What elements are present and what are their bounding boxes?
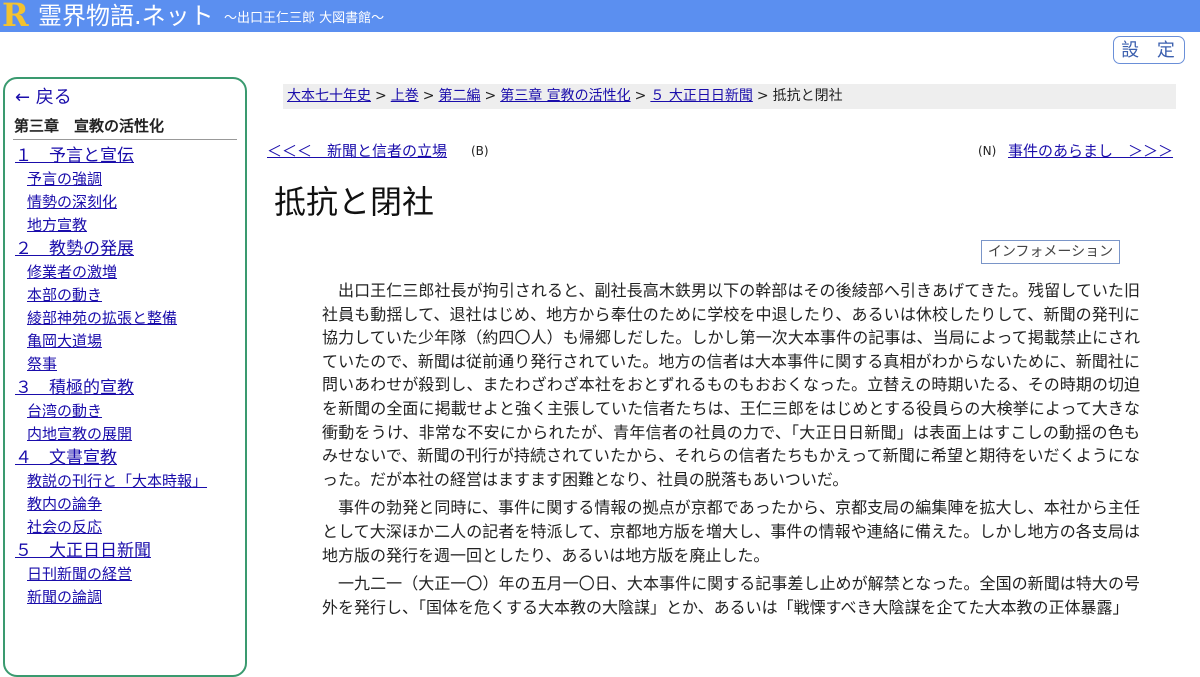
breadcrumb-link[interactable]: 上巻 [391,88,419,104]
breadcrumb-link[interactable]: 第二編 [438,88,480,104]
breadcrumb-separator: > [756,88,769,104]
breadcrumb-separator: > [634,88,647,104]
sidebar-subsection-link[interactable]: 修業者の激増 [27,261,237,284]
site-header: R 霊界物語.ネット ～出口王仁三郎 大図書館～ [0,0,1200,32]
sidebar-subsection-link[interactable]: 教説の刊行と「大本時報」 [27,470,237,493]
sidebar-subsection-link[interactable]: 日刊新聞の経営 [27,563,237,586]
site-subtitle: ～出口王仁三郎 大図書館～ [224,11,385,26]
sidebar-subsection-link[interactable]: 予言の強調 [27,168,237,191]
breadcrumb-separator: > [484,88,497,104]
sidebar-subsection-link[interactable]: 新聞の論調 [27,586,237,609]
sidebar-subsection-link[interactable]: 内地宣教の展開 [27,423,237,446]
article-paragraph: 一九二一（大正一〇）年の五月一〇日、大本事件に関する記事差し止めが解禁となった。… [322,574,1140,617]
prev-page-link[interactable]: ＜＜＜ 新聞と信者の立場 [267,141,447,161]
back-link[interactable]: ← 戻る [15,85,237,111]
breadcrumb-link[interactable]: ５ 大正日日新聞 [650,88,752,104]
sidebar-subsection-link[interactable]: 情勢の深刻化 [27,191,237,214]
sidebar-section-link[interactable]: ２ 教勢の発展 [15,237,237,261]
breadcrumb-separator: > [375,88,387,104]
sidebar-section-link[interactable]: １ 予言と宣伝 [15,144,237,168]
sidebar-chapter-title: 第三章 宣教の活性化 [13,113,237,140]
article-paragraph: 事件の勃発と同時に、事件に関する情報の拠点が京都であったから、京都支局の編集陣を… [322,498,1140,565]
sidebar-subsection-link[interactable]: 祭事 [27,353,237,376]
breadcrumb-current: 抵抗と閉社 [772,88,843,104]
sidebar-subsection-link[interactable]: 本部の動き [27,284,237,307]
sidebar-subsection-link[interactable]: 台湾の動き [27,400,237,423]
information-button[interactable]: インフォメーション [981,240,1120,264]
sidebar: ← 戻る 第三章 宣教の活性化 １ 予言と宣伝 予言の強調 情勢の深刻化 地方宣… [3,77,247,677]
sidebar-subsection-link[interactable]: 綾部神苑の拡張と整備 [27,307,237,330]
page-title: 抵抗と閉社 [274,183,435,221]
sidebar-subsection-link[interactable]: 亀岡大道場 [27,330,237,353]
sidebar-section-link[interactable]: ４ 文書宣教 [15,446,237,470]
breadcrumb-link[interactable]: 大本七十年史 [287,88,371,104]
article-paragraph: 出口王仁三郎社長が拘引されると、副社長高木鉄男以下の幹部はその後綾部へ引きあげて… [322,281,1140,489]
sidebar-section-link[interactable]: ３ 積極的宣教 [15,376,237,400]
site-title[interactable]: 霊界物語.ネット [38,2,214,30]
settings-button[interactable]: 設 定 [1113,36,1185,64]
breadcrumb-link[interactable]: 第三章 宣教の活性化 [500,88,630,104]
prev-shortcut-hint: (B) [471,144,489,158]
sidebar-subsection-link[interactable]: 社会の反応 [27,516,237,539]
sidebar-section-link[interactable]: ５ 大正日日新聞 [15,539,237,563]
next-shortcut-hint: (N) [978,144,997,158]
site-logo[interactable]: R [2,0,29,32]
sidebar-subsection-link[interactable]: 教内の論争 [27,493,237,516]
article-body: 出口王仁三郎社長が拘引されると、副社長高木鉄男以下の幹部はその後綾部へ引きあげて… [322,279,1140,624]
breadcrumb: 大本七十年史 > 上巻 > 第二編 > 第三章 宣教の活性化 >５ 大正日日新聞 > 抵抗と閉社 [283,84,1176,109]
next-page-link[interactable]: 事件のあらまし ＞＞＞ [1008,141,1173,161]
breadcrumb-separator: > [422,88,435,104]
sidebar-subsection-link[interactable]: 地方宣教 [27,214,237,237]
